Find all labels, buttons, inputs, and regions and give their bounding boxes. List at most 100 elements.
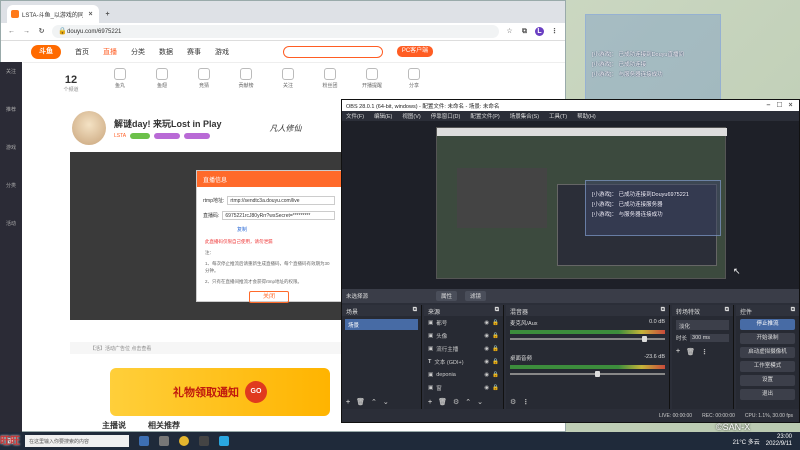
reload-icon[interactable]: ↻ bbox=[37, 27, 46, 36]
extensions-icon[interactable]: ⧉ bbox=[520, 27, 529, 36]
edge-icon[interactable] bbox=[219, 436, 229, 446]
douyu-search-input[interactable] bbox=[283, 45, 383, 58]
stop-streaming-button[interactable]: 停止推流 bbox=[740, 319, 795, 330]
file-explorer-icon[interactable] bbox=[159, 436, 169, 446]
source-item[interactable]: ▣ deponia ◉ 🔒 bbox=[424, 368, 503, 381]
menu-view[interactable]: 视图(V) bbox=[402, 112, 420, 120]
add-source-icon[interactable]: + bbox=[428, 399, 432, 406]
source-item[interactable]: T 文本 (GDI+) ◉ 🔒 bbox=[424, 355, 503, 368]
menu-help[interactable]: 帮助(H) bbox=[577, 112, 596, 120]
close-tab-icon[interactable]: × bbox=[86, 10, 95, 19]
source-item[interactable]: ▣ 头像 ◉ 🔒 bbox=[424, 329, 503, 342]
obs-preview[interactable] bbox=[342, 121, 799, 289]
menu-docks[interactable]: 停靠窗口(D) bbox=[431, 112, 461, 120]
clock[interactable]: 23:00 2022/9/11 bbox=[766, 434, 792, 448]
copy-link[interactable]: 复制 bbox=[237, 226, 247, 233]
more-menu-icon[interactable]: ⋮ bbox=[550, 27, 559, 36]
streamer-avatar[interactable] bbox=[72, 111, 106, 145]
dock-float-icon[interactable]: ⧉ bbox=[725, 307, 729, 314]
feature-icon-0[interactable]: 鱼丸 bbox=[102, 64, 138, 100]
studio-mode-button[interactable]: 工作室模式 bbox=[740, 361, 795, 372]
chrome-icon[interactable] bbox=[179, 436, 189, 446]
new-tab-icon[interactable]: + bbox=[103, 10, 112, 19]
eye-icon[interactable]: ◉ bbox=[484, 333, 489, 339]
taskbar-search-input[interactable]: 在这里输入你要搜索的内容 bbox=[25, 435, 129, 447]
feature-icon-4[interactable]: 关注 bbox=[270, 64, 306, 100]
sidebar-item-games[interactable]: 游戏 bbox=[0, 138, 22, 176]
volume-slider[interactable] bbox=[510, 371, 665, 377]
properties-button[interactable]: 属性 bbox=[436, 291, 458, 301]
settings-button[interactable]: 设置 bbox=[740, 375, 795, 386]
lock-icon[interactable]: 🔒 bbox=[492, 372, 499, 378]
lock-icon[interactable]: 🔒 bbox=[492, 333, 499, 339]
volume-knob[interactable] bbox=[641, 336, 647, 342]
lock-icon[interactable]: 🔒 bbox=[492, 359, 499, 365]
remove-scene-icon[interactable]: 🗑 bbox=[356, 398, 365, 406]
eye-icon[interactable]: ◉ bbox=[484, 320, 489, 326]
source-item[interactable]: ▣ 都号 ◉ 🔒 bbox=[424, 316, 503, 329]
minimize-icon[interactable]: – bbox=[764, 101, 773, 110]
sidebar-item-recommend[interactable]: 推荐 bbox=[0, 100, 22, 138]
nav-live[interactable]: 直播 bbox=[103, 47, 117, 57]
mixer-menu-icon[interactable]: ⋮ bbox=[522, 398, 529, 406]
scene-up-icon[interactable]: ⌃ bbox=[371, 398, 377, 406]
nav-home[interactable]: 首页 bbox=[75, 47, 89, 57]
forward-icon[interactable]: → bbox=[22, 27, 31, 36]
sidebar-item-events[interactable]: 活动 bbox=[0, 214, 22, 252]
task-view-icon[interactable] bbox=[139, 436, 149, 446]
nav-data[interactable]: 数据 bbox=[159, 47, 173, 57]
menu-file[interactable]: 文件(F) bbox=[346, 112, 364, 120]
gift-banner-go[interactable]: GO bbox=[245, 381, 267, 403]
virtual-camera-button[interactable]: 启动虚拟摄像机 bbox=[740, 347, 795, 358]
menu-scene-collection[interactable]: 场景集合(S) bbox=[510, 112, 539, 120]
sidebar-item-follow[interactable]: 关注 bbox=[0, 62, 22, 100]
obs-icon[interactable] bbox=[199, 436, 209, 446]
exit-button[interactable]: 退出 bbox=[740, 389, 795, 400]
remove-transition-icon[interactable]: 🗑 bbox=[686, 348, 695, 356]
source-up-icon[interactable]: ⌃ bbox=[465, 398, 471, 406]
duration-input[interactable]: 300 ms bbox=[690, 334, 729, 342]
feature-icon-7[interactable]: 分享 bbox=[396, 64, 432, 100]
lock-icon[interactable]: 🔒 bbox=[492, 346, 499, 352]
volume-knob[interactable] bbox=[595, 371, 601, 377]
eye-icon[interactable]: ◉ bbox=[484, 359, 489, 365]
close-icon[interactable]: × bbox=[786, 101, 795, 110]
dock-float-icon[interactable]: ⧉ bbox=[661, 307, 665, 314]
feature-icon-6[interactable]: 开播提醒 bbox=[354, 64, 390, 100]
transition-select[interactable]: 淡化 bbox=[676, 320, 729, 330]
mixer-settings-icon[interactable]: ⚙ bbox=[510, 398, 516, 406]
dock-float-icon[interactable]: ⧉ bbox=[791, 307, 795, 314]
lock-icon[interactable]: 🔒 bbox=[492, 320, 499, 326]
add-transition-icon[interactable]: + bbox=[676, 348, 680, 356]
add-scene-icon[interactable]: + bbox=[346, 399, 350, 406]
scene-item[interactable]: 场景 bbox=[345, 319, 418, 330]
lock-icon[interactable]: 🔒 bbox=[492, 385, 499, 391]
profile-icon[interactable]: L bbox=[535, 27, 544, 36]
weather-widget[interactable]: 21°C 多云 bbox=[733, 437, 760, 446]
volume-slider[interactable] bbox=[510, 336, 665, 342]
feature-icon-3[interactable]: 贡献榜 bbox=[228, 64, 264, 100]
stream-code-field[interactable]: 6975221rcJ80yRrr?wsSecret=********* bbox=[222, 211, 335, 220]
eye-icon[interactable]: ◉ bbox=[484, 372, 489, 378]
back-icon[interactable]: ← bbox=[7, 27, 16, 36]
transition-menu-icon[interactable]: ⋮ bbox=[701, 348, 708, 356]
scene-down-icon[interactable]: ⌄ bbox=[383, 398, 389, 406]
star-icon[interactable]: ☆ bbox=[505, 27, 514, 36]
nav-category[interactable]: 分类 bbox=[131, 47, 145, 57]
pc-client-button[interactable]: PC客户端 bbox=[397, 46, 433, 57]
rtmp-field[interactable]: rtmp://sendtc3a.douyu.com/live bbox=[227, 196, 335, 205]
address-input[interactable]: 🔒 douyu.com/6975221 bbox=[52, 25, 499, 38]
maximize-icon[interactable]: ☐ bbox=[775, 101, 784, 110]
feature-icon-1[interactable]: 鱼翅 bbox=[144, 64, 180, 100]
nav-games[interactable]: 游戏 bbox=[215, 47, 229, 57]
gift-banner[interactable]: 礼物领取通知 GO bbox=[110, 368, 330, 416]
eye-icon[interactable]: ◉ bbox=[484, 385, 489, 391]
filters-button[interactable]: 滤镜 bbox=[465, 291, 487, 301]
source-item[interactable]: ▣ 流行主播 ◉ 🔒 bbox=[424, 342, 503, 355]
menu-edit[interactable]: 编辑(E) bbox=[374, 112, 392, 120]
dock-float-icon[interactable]: ⧉ bbox=[413, 307, 417, 314]
source-down-icon[interactable]: ⌄ bbox=[477, 398, 483, 406]
tab-related[interactable]: 相关推荐 bbox=[148, 420, 180, 432]
feature-icon-5[interactable]: 粉丝团 bbox=[312, 64, 348, 100]
menu-profile[interactable]: 配置文件(P) bbox=[470, 112, 499, 120]
